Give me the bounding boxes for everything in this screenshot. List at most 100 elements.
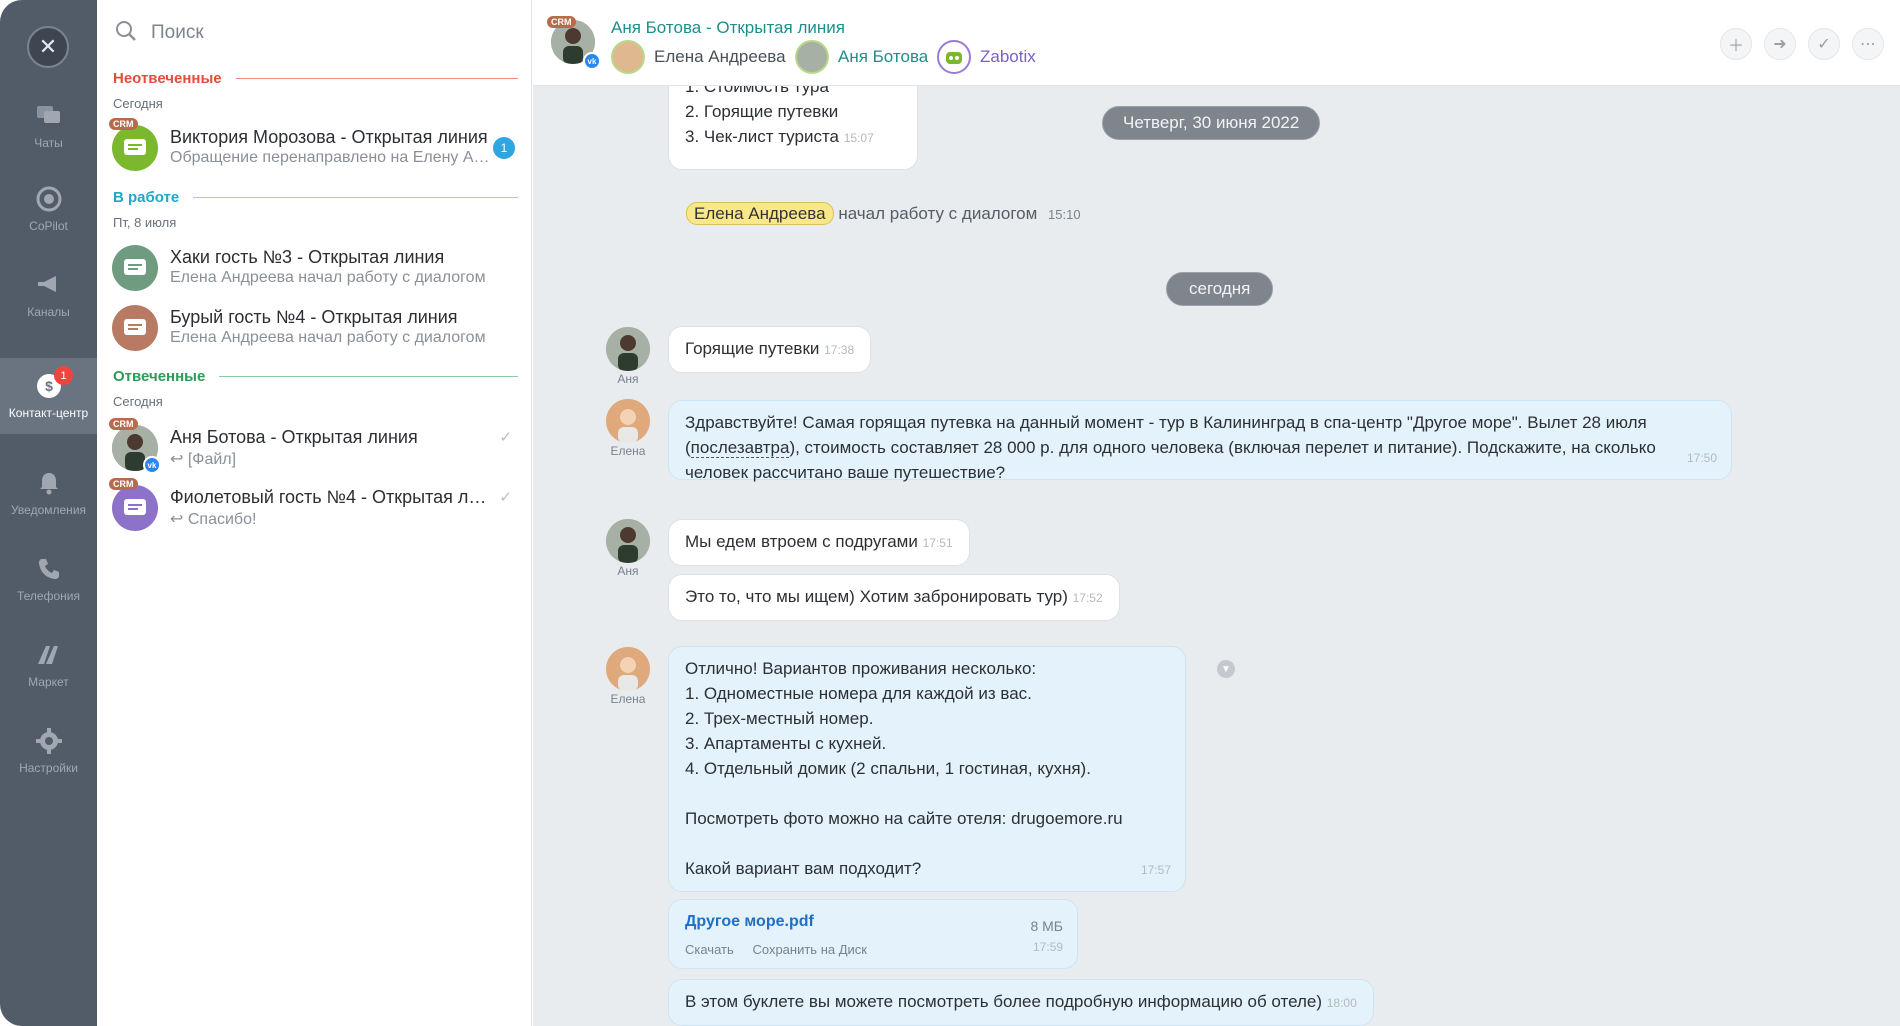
message-time: 17:50 [1686, 451, 1717, 465]
message-time: 18:00 [1326, 996, 1357, 1010]
more-icon[interactable]: ⋯ [1852, 28, 1884, 60]
close-icon[interactable]: ✕ [27, 26, 69, 68]
chat-title[interactable]: Аня Ботова - Открытая линия [611, 18, 845, 38]
reply-icon: ↩ [170, 511, 188, 528]
message-bubble: 1. Стоимость тура 2. Горящие путевки 3. … [668, 86, 918, 170]
rail-label: Каналы [27, 305, 70, 319]
avatar [112, 305, 158, 351]
member-operator[interactable]: Елена Андреева [611, 40, 786, 74]
rail-item-channels[interactable]: Каналы [0, 257, 97, 333]
add-icon[interactable]: ＋ [1720, 28, 1752, 60]
member-client[interactable]: Аня Ботова [795, 40, 928, 74]
save-to-disk-link[interactable]: Сохранить на Диск [752, 942, 867, 957]
message-feed: 1. Стоимость тура 2. Горящие путевки 3. … [533, 86, 1900, 1026]
avatar[interactable] [606, 327, 650, 371]
date-separator: Четверг, 30 июня 2022 [1102, 106, 1321, 140]
message-bubble: Это то, что мы ищем) Хотим забронировать… [668, 574, 1120, 621]
message-bubble: Отлично! Вариантов проживания несколько:… [668, 646, 1186, 892]
chat-title: Хаки гость №3 - Открытая линия [170, 247, 445, 267]
rail-item-copilot[interactable]: CoPilot [0, 171, 97, 247]
chat-preview: ↩ [Файл] [170, 451, 237, 468]
rail-label: Чаты [34, 136, 63, 150]
chat-title: Виктория Морозова - Открытая линия [170, 127, 488, 147]
rail-label: Настройки [19, 761, 78, 775]
crm-badge: CRM [109, 478, 138, 490]
rail-item-contact-center[interactable]: $ 1 Контакт-центр [0, 358, 97, 434]
chat-preview: Елена Андреева начал работу с диалогом [170, 329, 486, 346]
rail-item-market[interactable]: Маркет [0, 627, 97, 703]
author-name: Аня [617, 372, 639, 386]
chat-title: Бурый гость №4 - Открытая линия [170, 307, 458, 327]
svg-text:$: $ [45, 378, 53, 394]
message-time: 17:38 [824, 343, 855, 357]
chat-preview: ↩ Спасибо! [170, 511, 257, 528]
avatar [112, 245, 158, 291]
message-time: 17:51 [922, 536, 953, 550]
rail-item-notifications[interactable]: Уведомления [0, 455, 97, 531]
copilot-icon [35, 185, 63, 213]
reply-icon: ↩ [170, 451, 188, 468]
chat-area: CRM vk Аня Ботова - Открытая линия Елена… [533, 0, 1900, 1026]
finish-icon[interactable]: ✓ [1808, 28, 1840, 60]
file-link[interactable]: Другое море.pdf [685, 909, 1061, 934]
crm-badge: CRM [547, 16, 576, 28]
phone-icon [35, 555, 63, 583]
avatar [112, 485, 158, 531]
rail-item-settings[interactable]: Настройки [0, 713, 97, 789]
system-message: Елена Андреева начал работу с диалогом 1… [686, 202, 1081, 225]
unread-badge: 1 [54, 366, 73, 385]
chat-title: Фиолетовый гость №4 - Открытая линия [170, 487, 490, 507]
avatar[interactable] [606, 519, 650, 563]
chat-item[interactable]: Хаки гость №3 - Открытая линия Елена Анд… [97, 238, 532, 298]
date-separator: сегодня [1166, 272, 1274, 306]
chat-item-active[interactable]: CRM vk Аня Ботова - Открытая линия ↩ [Фа… [97, 418, 532, 478]
section-date: Пт, 8 июля [113, 215, 177, 230]
search-icon [115, 20, 137, 47]
message-time: 15:10 [1048, 207, 1081, 222]
message-time: 15:07 [843, 131, 874, 145]
unread-count-badge: 1 [493, 137, 515, 159]
chevron-down-icon[interactable]: ▼ [1217, 660, 1235, 678]
market-icon [35, 641, 63, 669]
rail-item-chats[interactable]: Чаты [0, 88, 97, 164]
rail-item-telephony[interactable]: Телефония [0, 541, 97, 617]
chat-item[interactable]: CRM Фиолетовый гость №4 - Открытая линия… [97, 478, 532, 538]
message-time: 17:52 [1072, 591, 1103, 605]
bot-icon [937, 40, 971, 74]
message-time: 17:57 [1140, 863, 1171, 877]
avatar[interactable] [606, 647, 650, 691]
avatar[interactable] [606, 399, 650, 443]
avatar [611, 40, 645, 74]
date-link[interactable]: послезавтра [690, 438, 790, 458]
message-bubble: Горящие путевки 17:38 [668, 326, 872, 373]
chat-item[interactable]: CRM Виктория Морозова - Открытая линия О… [97, 118, 532, 178]
rail-label: CoPilot [29, 219, 68, 233]
chat-icon [35, 102, 63, 130]
rail-label: Контакт-центр [8, 406, 89, 420]
section-in-work-title: В работе [113, 189, 518, 206]
member-bot[interactable]: Zabotix [937, 40, 1036, 74]
chat-preview: Елена Андреева начал работу с диалогом [170, 269, 486, 286]
chat-item[interactable]: Бурый гость №4 - Открытая линия Елена Ан… [97, 298, 532, 358]
gear-icon [35, 727, 63, 755]
message-bubble: В этом буклете вы можете посмотреть боле… [668, 979, 1374, 1026]
author-name: Елена [610, 444, 646, 458]
search-input[interactable]: Поиск [151, 22, 204, 44]
crm-badge: CRM [109, 418, 138, 430]
chat-title: Аня Ботова - Открытая линия [170, 427, 418, 447]
transfer-icon[interactable]: ➜ [1764, 28, 1796, 60]
list-line: 2. Горящие путевки [685, 102, 839, 121]
section-date: Сегодня [113, 394, 163, 409]
section-answered-title: Отвеченные [113, 368, 518, 385]
author-name: Елена [610, 692, 646, 706]
header-actions: ＋ ➜ ✓ ⋯ [1708, 28, 1884, 60]
download-link[interactable]: Скачать [685, 942, 734, 957]
search-bar[interactable]: Поиск [115, 18, 515, 48]
rail-label: Уведомления [10, 503, 87, 517]
message-time: 17:59 [1032, 940, 1063, 954]
list-line: 1. Стоимость тура [685, 86, 829, 96]
message-bubble: Мы едем втроем с подругами 17:51 [668, 519, 970, 566]
author-name: Аня [617, 564, 639, 578]
crm-badge: CRM [109, 118, 138, 130]
bell-icon [35, 469, 63, 497]
